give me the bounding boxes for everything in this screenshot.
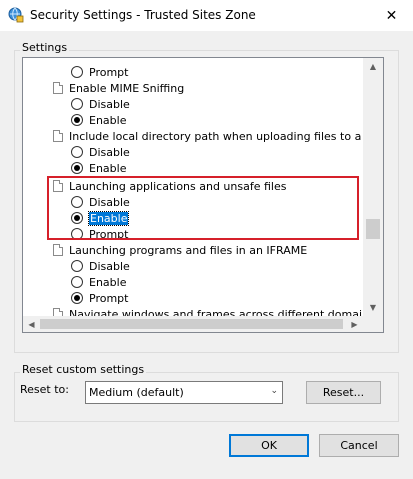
radio-option-row[interactable]: Disable: [71, 258, 130, 274]
close-icon: ✕: [385, 7, 398, 24]
scrollbar-corner: [363, 316, 383, 332]
settings-group-label: Settings: [20, 41, 70, 54]
setting-document-icon: [53, 244, 63, 256]
option-label: Disable: [89, 97, 130, 111]
radio-option-row[interactable]: Enable: [71, 274, 126, 290]
cancel-button[interactable]: Cancel: [319, 434, 399, 457]
setting-label: Launching programs and files in an IFRAM…: [69, 243, 308, 257]
scroll-down-arrow-icon[interactable]: ▼: [363, 299, 383, 316]
vertical-scroll-thumb[interactable]: [366, 219, 380, 239]
option-label: Disable: [89, 145, 130, 159]
radio-button[interactable]: [71, 260, 83, 272]
ok-button[interactable]: OK: [229, 434, 309, 457]
radio-button-selected[interactable]: [71, 292, 83, 304]
setting-item: Navigate windows and frames across diffe…: [53, 306, 363, 316]
vertical-scrollbar[interactable]: ▲ ▼: [363, 58, 383, 316]
globe-security-icon: [8, 7, 24, 23]
radio-button[interactable]: [71, 66, 83, 78]
radio-button[interactable]: [71, 276, 83, 288]
radio-button[interactable]: [71, 146, 83, 158]
option-label: Enable: [89, 275, 127, 289]
radio-option-row[interactable]: Disable: [71, 144, 130, 160]
setting-label: Navigate windows and frames across diffe…: [69, 307, 363, 317]
reset-level-dropdown[interactable]: Medium (default) ⌄: [85, 381, 283, 404]
horizontal-scrollbar[interactable]: ◀ ▶: [23, 316, 363, 332]
setting-document-icon: [53, 82, 63, 94]
scroll-left-arrow-icon[interactable]: ◀: [23, 316, 40, 332]
reset-group-label: Reset custom settings: [20, 363, 147, 376]
setting-item: Include local directory path when upload…: [53, 128, 363, 144]
horizontal-scroll-thumb[interactable]: [40, 319, 343, 329]
radio-option-row[interactable]: Prompt: [71, 64, 128, 80]
setting-label: Include local directory path when upload…: [69, 129, 363, 143]
radio-button-selected[interactable]: [71, 162, 83, 174]
radio-option-row[interactable]: Prompt: [71, 290, 128, 306]
red-highlight-annotation: [47, 176, 359, 240]
reset-to-label: Reset to:: [20, 383, 69, 396]
radio-dot: [74, 117, 80, 123]
scroll-right-arrow-icon[interactable]: ▶: [346, 316, 363, 332]
radio-option-row[interactable]: Disable: [71, 96, 130, 112]
setting-item: Launching programs and files in an IFRAM…: [53, 242, 307, 258]
radio-button[interactable]: [71, 98, 83, 110]
option-label: Enable: [89, 161, 127, 175]
option-label: Disable: [89, 259, 130, 273]
setting-label: Enable MIME Sniffing: [69, 81, 185, 95]
reset-level-value: Medium (default): [89, 386, 184, 399]
radio-option-row[interactable]: Enable: [71, 160, 126, 176]
option-label: Enable: [89, 113, 127, 127]
chevron-down-icon: ⌄: [270, 386, 278, 396]
setting-item: Enable MIME Sniffing: [53, 80, 184, 96]
close-button[interactable]: ✕: [370, 0, 413, 31]
option-label: Prompt: [89, 65, 129, 79]
radio-dot: [74, 165, 80, 171]
radio-button-selected[interactable]: [71, 114, 83, 126]
radio-dot: [74, 295, 80, 301]
radio-option-row[interactable]: Enable: [71, 112, 126, 128]
window-title: Security Settings - Trusted Sites Zone: [30, 8, 256, 22]
settings-tree-list[interactable]: Prompt Enable MIME Sniffing Disable Enab…: [22, 57, 384, 333]
setting-document-icon: [53, 130, 63, 142]
setting-document-icon: [53, 308, 63, 316]
title-bar: Security Settings - Trusted Sites Zone ✕: [0, 0, 413, 31]
option-label: Prompt: [89, 291, 129, 305]
scroll-up-arrow-icon[interactable]: ▲: [363, 58, 383, 75]
reset-button[interactable]: Reset...: [306, 381, 381, 404]
